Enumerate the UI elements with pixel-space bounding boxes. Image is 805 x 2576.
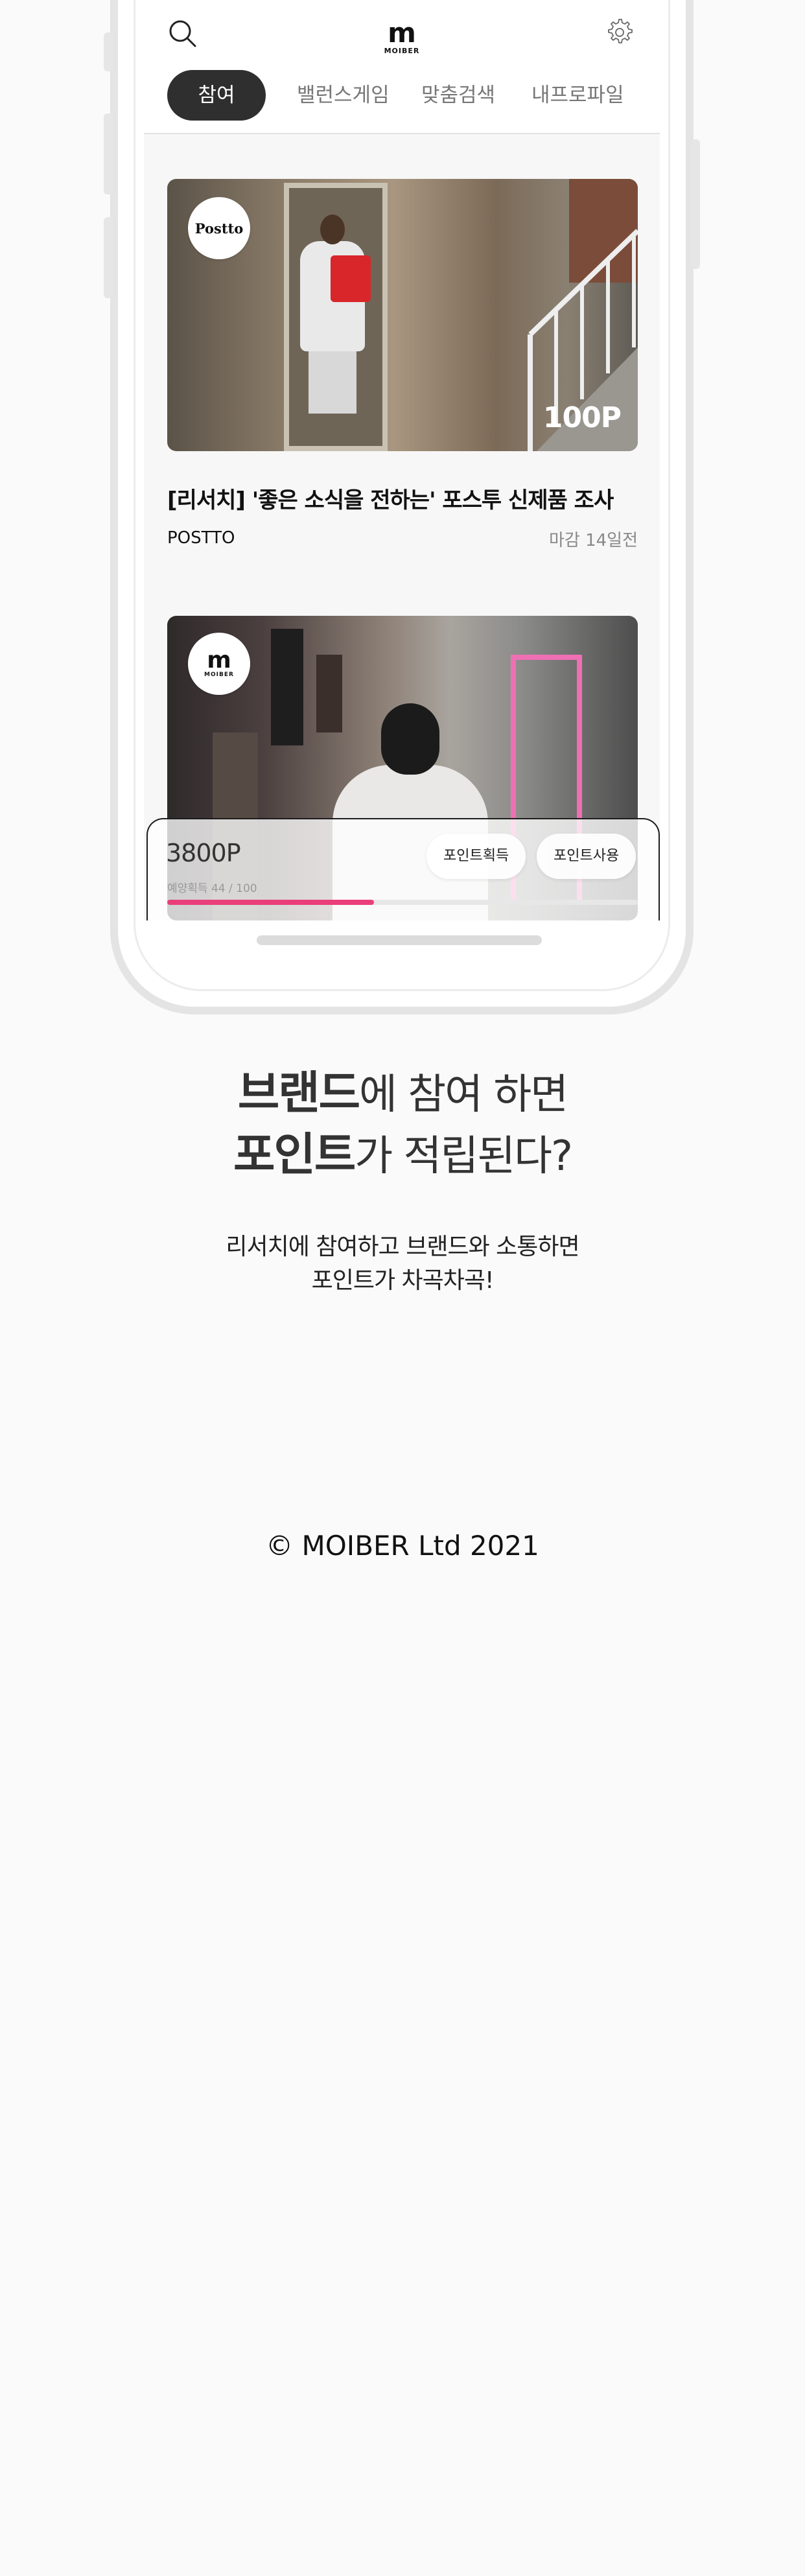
tab-my-profile[interactable]: 내프로파일 — [531, 70, 624, 121]
photo-street-sign — [316, 655, 342, 732]
promo-headline-line-2: 포인트가 적립된다? — [0, 1125, 805, 1186]
headline-rest-1: 에 참여 하면 — [359, 1071, 568, 1119]
reward-points-badge: 100P — [542, 401, 622, 434]
brand-badge-moiber: m MOIBER — [188, 633, 250, 695]
home-indicator[interactable] — [257, 935, 542, 945]
copyright-text: © MOIBER Ltd 2021 — [266, 1530, 539, 1562]
top-bar: m MOIBER 참여 밸런스게임 맞춤검색 내프로파일 — [144, 0, 660, 134]
phone-volume-down — [104, 217, 113, 298]
brand-badge-logo-mark: m — [207, 647, 231, 673]
tab-balance-game[interactable]: 밸런스게임 — [297, 70, 390, 121]
photo-person-head — [320, 215, 345, 244]
promo-subtext-line-2: 포인트가 차곡차곡! — [311, 1267, 495, 1294]
tab-participate[interactable]: 참여 — [167, 70, 266, 121]
earn-points-button[interactable]: 포인트획득 — [426, 834, 526, 879]
app-screen: m MOIBER 참여 밸런스게임 맞춤검색 내프로파일 Postto 100P… — [144, 0, 660, 920]
promo-headline-line-1: 브랜드에 참여 하면 — [0, 1063, 805, 1125]
phone-side-button — [104, 32, 113, 71]
card-title[interactable]: [리서치] '좋은 소식을 전하는' 포스투 신제품 조사 — [167, 482, 614, 514]
points-total: 3800P — [166, 839, 241, 867]
headline-bold-brand: 브랜드 — [237, 1066, 360, 1119]
brand-badge-postto: Postto — [188, 197, 250, 259]
phone-volume-up — [104, 113, 113, 194]
use-points-button[interactable]: 포인트사용 — [537, 834, 636, 879]
exp-progress-bar — [167, 900, 638, 905]
moiber-logo[interactable]: m MOIBER — [384, 19, 420, 58]
photo-girl-head — [381, 703, 439, 775]
brand-badge-text: MOIBER — [204, 672, 234, 678]
tab-bar: 참여 밸런스게임 맞춤검색 내프로파일 — [167, 70, 647, 121]
gear-icon[interactable] — [603, 16, 635, 48]
promo-headline: 브랜드에 참여 하면 포인트가 적립된다? — [0, 1063, 805, 1186]
promo-subtext-line-1: 리서치에 참여하고 브랜드와 소통하면 — [226, 1234, 579, 1260]
photo-street-sign — [271, 629, 303, 745]
search-icon[interactable] — [167, 18, 197, 48]
exp-label: 예양획득 44 / 100 — [167, 882, 257, 895]
photo-person-legs — [309, 349, 356, 414]
headline-bold-points: 포인트 — [233, 1128, 356, 1181]
logo-mark: m — [388, 17, 416, 49]
brand-badge-text: Postto — [194, 220, 244, 237]
photo-red-bag — [331, 255, 371, 302]
card-brand: POSTTO — [167, 528, 235, 548]
tab-custom-search[interactable]: 맞춤검색 — [421, 70, 495, 121]
phone-power-button — [691, 139, 700, 269]
points-panel: 3800P 예양획득 44 / 100 포인트획득 포인트사용 — [146, 818, 660, 920]
logo-text: MOIBER — [384, 47, 420, 55]
research-card-image[interactable]: Postto 100P — [167, 179, 638, 451]
promo-subtext: 리서치에 참여하고 브랜드와 소통하면 포인트가 차곡차곡! — [0, 1230, 805, 1298]
exp-progress-fill — [167, 900, 375, 905]
headline-rest-2: 가 적립된다? — [355, 1132, 573, 1180]
card-deadline: 마감 14일전 — [548, 531, 638, 550]
